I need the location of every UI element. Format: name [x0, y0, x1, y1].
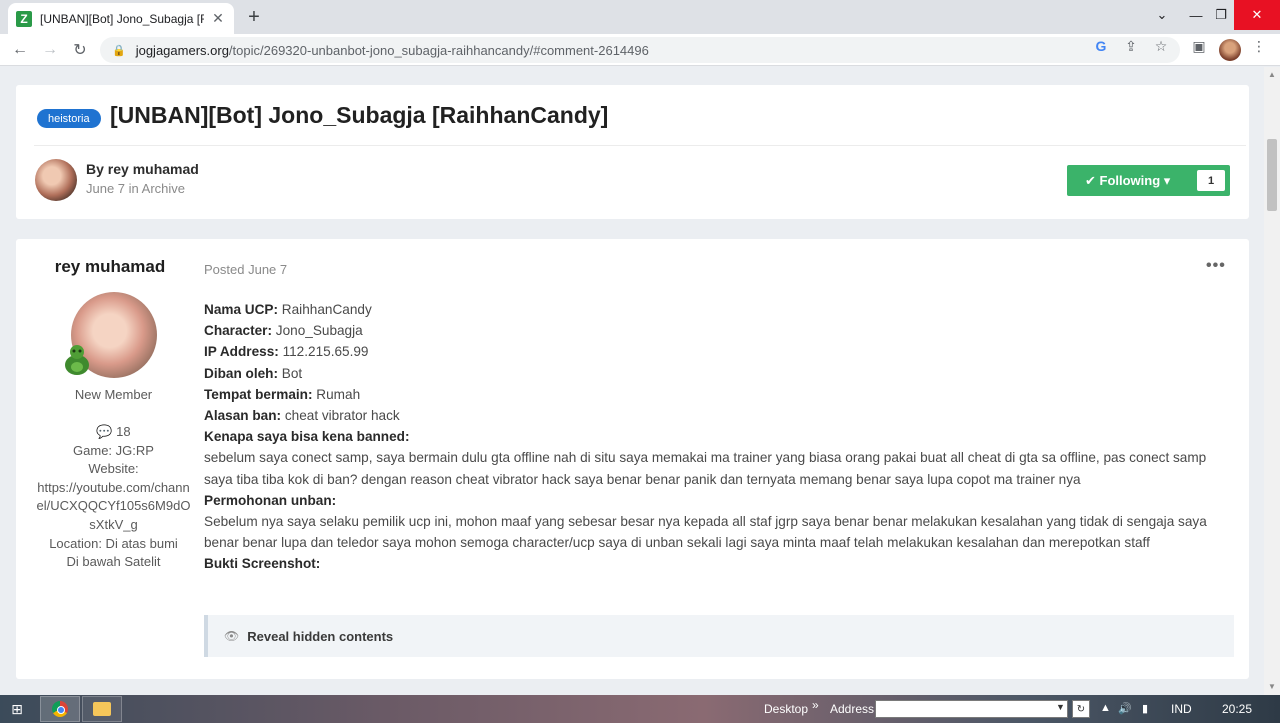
- field-label: Tempat bermain:: [204, 386, 313, 402]
- follower-count: 1: [1197, 170, 1225, 191]
- url-text: jogjagamers.org/topic/269320-unbanbot-jo…: [135, 42, 649, 58]
- post-menu-icon[interactable]: •••: [1206, 257, 1226, 275]
- scroll-thumb[interactable]: [1267, 139, 1277, 211]
- divider: [34, 145, 1246, 146]
- topic-author[interactable]: By rey muhamad: [86, 161, 199, 177]
- field-label: IP Address:: [204, 344, 279, 360]
- field-label: Kenapa saya bisa kena banned:: [204, 429, 410, 445]
- desktop-toolbar-label[interactable]: Desktop: [764, 702, 808, 716]
- field-value: cheat vibrator hack: [281, 408, 400, 424]
- chrome-icon: [52, 701, 68, 717]
- address-dropdown-icon[interactable]: ▼: [1056, 702, 1065, 712]
- clock[interactable]: 20:25: [1222, 702, 1252, 716]
- topic-tag-badge[interactable]: heistoria: [37, 109, 101, 128]
- field-label: Diban oleh:: [204, 365, 279, 381]
- browser-tab-strip: Z [UNBAN][Bot] Jono_Subagja [RaihhanCand…: [0, 0, 1280, 34]
- paragraph: sebelum saya conect samp, saya bermain d…: [204, 450, 1207, 487]
- google-icon[interactable]: G: [1092, 38, 1110, 54]
- field-label: Nama UCP:: [204, 302, 279, 317]
- windows-start-icon[interactable]: ⊞: [6, 699, 28, 719]
- field-label: Bukti Screenshot:: [204, 556, 321, 572]
- lock-icon: 🔒: [112, 44, 126, 57]
- post-count: 💬 18: [96, 424, 131, 439]
- post-body: Nama UCP: RaihhanCandy Character: Jono_S…: [204, 299, 1234, 575]
- tab-close-icon[interactable]: ✕: [210, 10, 226, 27]
- language-indicator[interactable]: IND: [1171, 702, 1192, 716]
- following-button[interactable]: ✔ Following ▾ 1: [1067, 165, 1230, 196]
- share-icon[interactable]: ⇪: [1122, 38, 1140, 55]
- avatar[interactable]: [35, 159, 77, 201]
- taskbar-chrome[interactable]: [40, 696, 80, 722]
- field-value: Rumah: [312, 386, 361, 402]
- eye-icon: 👁: [224, 629, 240, 643]
- location-line-1: Location: Di atas bumi: [49, 535, 178, 551]
- page-scrollbar[interactable]: ▲ ▼: [1264, 67, 1280, 695]
- scroll-up-icon[interactable]: ▲: [1268, 70, 1276, 79]
- address-toolbar-label: Address: [830, 702, 875, 716]
- post-date[interactable]: Posted June 7: [204, 262, 287, 277]
- close-window-icon[interactable]: ✕: [1234, 0, 1280, 30]
- volume-icon[interactable]: 🔊: [1118, 702, 1132, 715]
- topic-date: June 7 in Archive: [86, 181, 186, 196]
- field-label: Alasan ban:: [204, 408, 282, 424]
- forward-icon[interactable]: →: [40, 40, 60, 60]
- toolbar-chevron-icon[interactable]: »: [812, 698, 819, 712]
- new-tab-button[interactable]: +: [244, 6, 264, 29]
- browser-tab[interactable]: Z [UNBAN][Bot] Jono_Subagja [RaihhanCand…: [8, 3, 234, 34]
- website-label: Website:: [88, 461, 139, 477]
- address-go-icon[interactable]: ↻: [1072, 700, 1090, 718]
- tab-title: [UNBAN][Bot] Jono_Subagja [RaihhanCandy]…: [40, 11, 204, 26]
- tray-expand-icon[interactable]: ▲: [1100, 702, 1111, 714]
- website-link[interactable]: https://youtube.com/channel/UCXQQCYf105s…: [36, 479, 191, 535]
- taskbar-explorer[interactable]: [82, 696, 122, 722]
- sidebar-icon[interactable]: ▣: [1190, 38, 1208, 55]
- reveal-label: Reveal hidden contents: [247, 628, 394, 644]
- taskbar-address-input[interactable]: [875, 700, 1068, 718]
- paragraph: Sebelum nya saya selaku pemilik ucp ini,…: [204, 514, 1207, 551]
- menu-icon[interactable]: ⋮: [1250, 38, 1268, 55]
- field-value: RaihhanCandy: [278, 302, 372, 317]
- site-favicon-icon: Z: [16, 10, 32, 27]
- star-icon[interactable]: ☆: [1152, 38, 1170, 55]
- rank-icon: [65, 345, 89, 375]
- browser-toolbar: ← → ↻ 🔒 jogjagamers.org/topic/269320-unb…: [0, 34, 1280, 66]
- reveal-hidden-contents[interactable]: 👁 Reveal hidden contents: [204, 615, 1234, 657]
- page-title: [UNBAN][Bot] Jono_Subagja [RaihhanCandy]: [110, 102, 609, 128]
- back-icon[interactable]: ←: [10, 40, 30, 60]
- post: rey muhamad New Member 💬 18 Game: JG:RP …: [16, 239, 1249, 679]
- minimize-icon[interactable]: —: [1184, 0, 1208, 30]
- network-icon[interactable]: ▮: [1142, 702, 1148, 715]
- taskbar: ⊞ Desktop » Address ▼ ↻ ▲ 🔊 ▮ IND 20:25: [0, 695, 1280, 723]
- tab-search-icon[interactable]: ⌄: [1150, 0, 1174, 30]
- topic-header: heistoria [UNBAN][Bot] Jono_Subagja [Rai…: [16, 85, 1249, 219]
- restore-icon[interactable]: ❐: [1208, 0, 1234, 30]
- reload-icon[interactable]: ↻: [70, 40, 90, 60]
- field-value: 112.215.65.99: [278, 344, 369, 360]
- field-label: Character:: [204, 323, 272, 339]
- location-line-2: Di bawah Satelit: [66, 554, 161, 570]
- page-content: heistoria [UNBAN][Bot] Jono_Subagja [Rai…: [0, 67, 1264, 695]
- author-info: 💬 18 Game: JG:RP Website: https://youtub…: [36, 423, 191, 572]
- post-author-name[interactable]: rey muhamad: [16, 257, 204, 277]
- field-label: Permohonan unban:: [204, 492, 337, 508]
- field-value: Bot: [278, 365, 303, 381]
- folder-icon: [93, 702, 111, 716]
- scroll-down-icon[interactable]: ▼: [1268, 682, 1276, 691]
- following-label: ✔ Following ▾: [1085, 172, 1171, 188]
- profile-avatar[interactable]: [1219, 39, 1241, 61]
- field-value: Jono_Subagja: [272, 323, 363, 339]
- member-group: New Member: [74, 387, 153, 402]
- address-bar[interactable]: 🔒 jogjagamers.org/topic/269320-unbanbot-…: [100, 37, 1180, 63]
- game-field: Game: JG:RP: [73, 442, 154, 458]
